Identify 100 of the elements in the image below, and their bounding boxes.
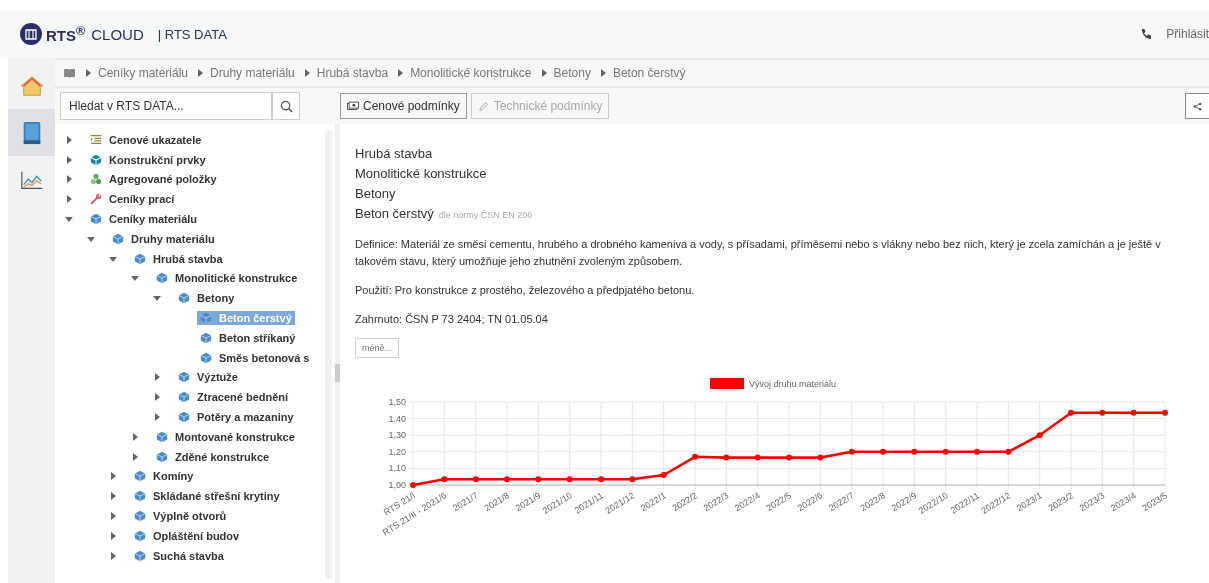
data-point[interactable] bbox=[754, 454, 761, 461]
book-icon[interactable] bbox=[63, 68, 76, 78]
data-point[interactable] bbox=[1005, 448, 1012, 455]
caret-icon[interactable] bbox=[65, 215, 73, 224]
breadcrumb-link[interactable]: Betony bbox=[553, 66, 591, 80]
tree-item[interactable]: Betony bbox=[175, 291, 238, 306]
data-point[interactable] bbox=[1162, 409, 1168, 416]
axis-label: 1,20 bbox=[388, 446, 406, 457]
tree-item[interactable]: Suchá stavba bbox=[131, 548, 227, 563]
login-link[interactable]: Přihlásit bbox=[1166, 27, 1209, 41]
cube-icon bbox=[178, 411, 190, 424]
price-conditions-button[interactable]: Cenové podmínky bbox=[340, 93, 467, 119]
data-point[interactable] bbox=[942, 448, 949, 455]
breadcrumb-link[interactable]: Druhy materiálu bbox=[210, 66, 295, 80]
cube-icon bbox=[134, 490, 146, 503]
caret-icon[interactable] bbox=[87, 234, 95, 243]
legend-swatch[interactable] bbox=[710, 378, 744, 389]
cube-icon bbox=[134, 252, 146, 265]
caret-icon[interactable] bbox=[153, 413, 161, 422]
tree-item[interactable]: Ztracené bednění bbox=[175, 390, 292, 405]
caret-icon[interactable] bbox=[109, 472, 117, 481]
tree-item[interactable]: Montované konstrukce bbox=[153, 429, 298, 444]
cube-icon bbox=[178, 391, 190, 404]
caret-icon[interactable] bbox=[65, 155, 73, 164]
data-point[interactable] bbox=[692, 453, 698, 460]
caret-icon[interactable] bbox=[131, 432, 139, 441]
search-field[interactable]: Hledat v RTS DATA... bbox=[60, 92, 272, 120]
caret-icon[interactable] bbox=[153, 373, 161, 382]
tree-item[interactable]: Ceníky materiálu bbox=[87, 212, 201, 227]
caret-icon[interactable] bbox=[131, 452, 139, 461]
data-point[interactable] bbox=[817, 454, 824, 461]
tree-item[interactable]: Směs betonová s bbox=[197, 350, 313, 365]
tree-item[interactable]: Ceníky prací bbox=[87, 192, 178, 207]
caret-icon[interactable] bbox=[153, 393, 161, 402]
tree-item[interactable]: Beton stříkaný bbox=[197, 330, 299, 345]
description-text: Použití: Pro konstrukce z prostého, železového a předpjatého betonu. bbox=[355, 283, 696, 298]
phone-icon[interactable] bbox=[1140, 28, 1153, 40]
data-point[interactable] bbox=[472, 476, 479, 483]
data-point[interactable] bbox=[566, 476, 573, 483]
breadcrumb-link[interactable]: Hrubá stavba bbox=[316, 66, 389, 80]
data-point[interactable] bbox=[441, 476, 448, 483]
data-point[interactable] bbox=[410, 482, 416, 488]
axis-label: 1,50 bbox=[388, 397, 406, 407]
breadcrumb-link[interactable]: Ceníky materiálu bbox=[98, 66, 189, 80]
tree-item[interactable]: Monolitické konstrukce bbox=[153, 271, 301, 286]
cube-icon bbox=[200, 312, 212, 325]
data-point[interactable] bbox=[1036, 432, 1043, 439]
cube-icon bbox=[112, 232, 124, 245]
caret-icon[interactable] bbox=[65, 175, 73, 184]
cube-icon bbox=[200, 351, 212, 364]
description-text: Zahrnuto: ČSN P 73 2404; TN 01.05.04 bbox=[355, 312, 549, 327]
share-button[interactable] bbox=[1185, 93, 1209, 119]
data-point[interactable] bbox=[911, 448, 918, 455]
caret-icon[interactable] bbox=[153, 294, 161, 303]
caret-icon[interactable] bbox=[109, 531, 117, 540]
data-point[interactable] bbox=[1068, 409, 1074, 416]
tree-item[interactable]: Agregované položky bbox=[87, 172, 220, 187]
tree-item[interactable]: Zděné konstrukce bbox=[153, 449, 273, 464]
caret-icon[interactable] bbox=[109, 492, 117, 501]
data-point[interactable] bbox=[974, 448, 980, 455]
tree-item[interactable]: Hrubá stavba bbox=[131, 251, 226, 266]
data-point[interactable] bbox=[598, 476, 604, 483]
data-point[interactable] bbox=[535, 476, 542, 483]
norm-note: dle normy ČSN EN 206 bbox=[438, 210, 533, 220]
tree-item[interactable]: Výztuže bbox=[175, 370, 241, 385]
data-point[interactable] bbox=[660, 472, 667, 479]
breadcrumb-link[interactable]: Monolitické konstrukce bbox=[410, 66, 532, 80]
caret-icon[interactable] bbox=[131, 274, 139, 283]
data-point[interactable] bbox=[629, 476, 636, 483]
splitter-handle[interactable] bbox=[335, 364, 340, 382]
caret-icon[interactable] bbox=[65, 195, 73, 204]
product-name: CLOUD bbox=[91, 25, 144, 43]
tree-item[interactable]: Komíny bbox=[131, 469, 197, 484]
less-button[interactable]: méně... bbox=[355, 338, 399, 358]
caret-icon[interactable] bbox=[109, 254, 117, 263]
tree-item[interactable]: Konstrukční prvky bbox=[87, 152, 209, 167]
data-point[interactable] bbox=[504, 476, 510, 483]
data-point[interactable] bbox=[1099, 409, 1106, 416]
list-icon bbox=[90, 133, 102, 146]
caret-icon[interactable] bbox=[109, 551, 117, 560]
data-point[interactable] bbox=[1130, 409, 1137, 416]
data-point[interactable] bbox=[723, 454, 730, 461]
data-point[interactable] bbox=[786, 454, 792, 461]
tree-item[interactable]: Potěry a mazaniny bbox=[175, 410, 297, 425]
data-point[interactable] bbox=[880, 448, 886, 455]
caret-icon[interactable] bbox=[109, 512, 117, 521]
category-heading: Hrubá stavba bbox=[355, 145, 434, 163]
cube-icon bbox=[90, 213, 102, 226]
chevron-icon bbox=[600, 69, 606, 77]
wrench-icon bbox=[90, 193, 102, 206]
tree-item[interactable]: Opláštění budov bbox=[131, 528, 243, 543]
tree-item[interactable]: Cenové ukazatele bbox=[87, 132, 205, 147]
breadcrumb-link[interactable]: Beton čerstvý bbox=[612, 66, 686, 80]
tree-item[interactable]: Výplně otvorů bbox=[131, 509, 230, 524]
tree-item[interactable]: Druhy materiálu bbox=[109, 231, 218, 246]
tree-item[interactable]: Skládané střešní krytiny bbox=[131, 489, 283, 504]
data-point[interactable] bbox=[848, 448, 855, 455]
book-nav-button[interactable] bbox=[8, 109, 55, 156]
caret-icon[interactable] bbox=[65, 135, 73, 144]
search-button[interactable] bbox=[272, 92, 300, 120]
